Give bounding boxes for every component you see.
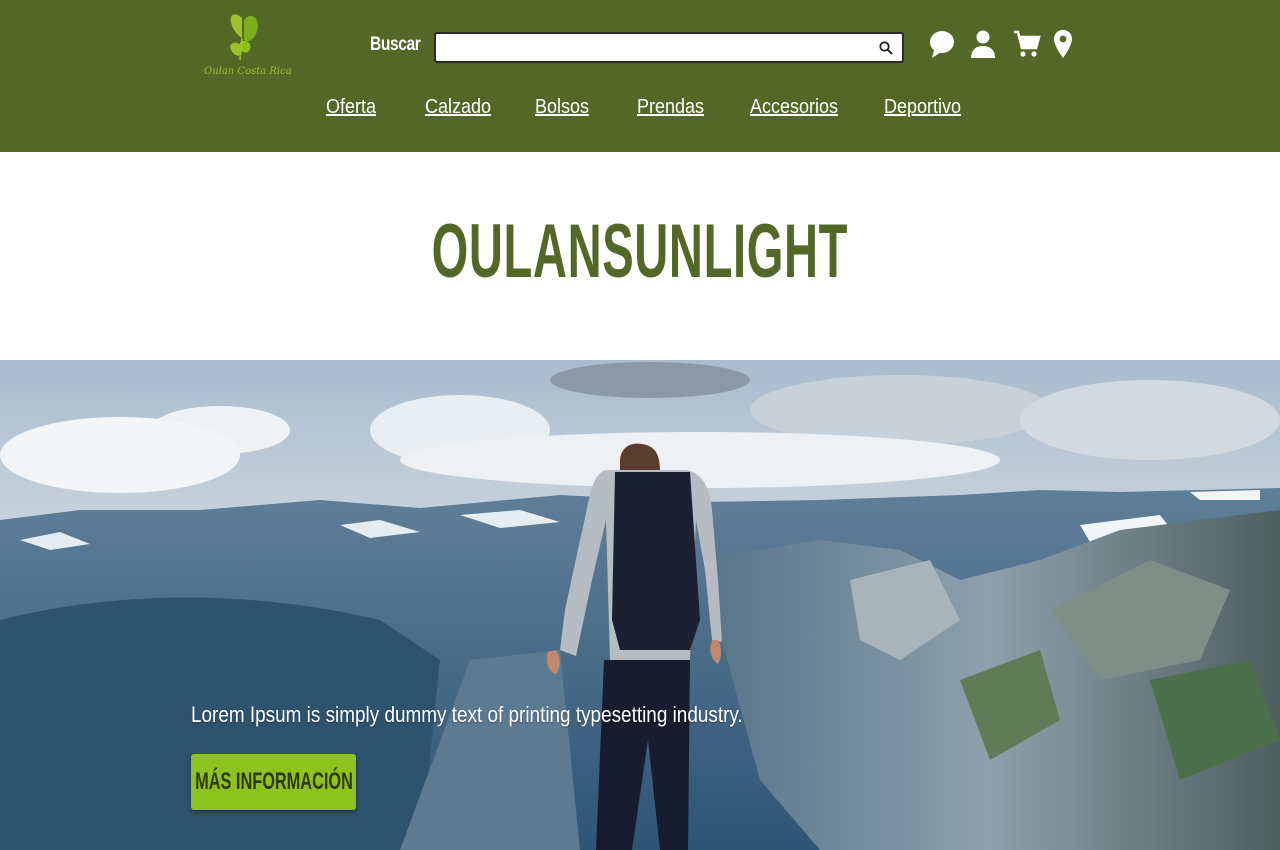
nav-item-bolsos[interactable]: Bolsos (535, 96, 589, 119)
site-header: Oulan Costa Rica Buscar Oferta Calzado B… (0, 0, 1280, 152)
cart-icon (1014, 30, 1041, 57)
chat-button[interactable] (926, 28, 958, 60)
main-nav: Oferta Calzado Bolsos Prendas Accesorios… (0, 96, 1280, 126)
logo-text: Oulan Costa Rica (204, 66, 292, 77)
account-button[interactable] (967, 28, 999, 60)
nav-item-accesorios[interactable]: Accesorios (750, 96, 838, 119)
search-box (434, 32, 904, 63)
nav-item-calzado[interactable]: Calzado (425, 96, 491, 119)
search-button[interactable] (876, 38, 896, 58)
chat-icon (930, 31, 954, 58)
logo[interactable]: Oulan Costa Rica (204, 8, 292, 84)
more-info-button[interactable]: MÁS INFORMACIÓN (191, 754, 356, 810)
hero-banner: Lorem Ipsum is simply dummy text of prin… (0, 360, 1280, 850)
nav-item-deportivo[interactable]: Deportivo (884, 96, 961, 119)
location-icon (1054, 30, 1072, 58)
page-title-text: OULANSUNLIGHT (431, 209, 849, 294)
search-input[interactable] (440, 37, 870, 59)
butterfly-logo-icon (230, 14, 258, 61)
more-info-button-label: MÁS INFORMACIÓN (194, 768, 353, 795)
location-button[interactable] (1047, 28, 1079, 60)
page-title: OULANSUNLIGHT (0, 208, 1280, 295)
search-icon (879, 41, 893, 55)
user-icon (971, 30, 995, 58)
hero-text: Lorem Ipsum is simply dummy text of prin… (191, 702, 743, 727)
nav-item-oferta[interactable]: Oferta (326, 96, 376, 119)
cart-button[interactable] (1011, 28, 1043, 60)
search-label: Buscar (370, 34, 421, 55)
nav-item-prendas[interactable]: Prendas (637, 96, 704, 119)
